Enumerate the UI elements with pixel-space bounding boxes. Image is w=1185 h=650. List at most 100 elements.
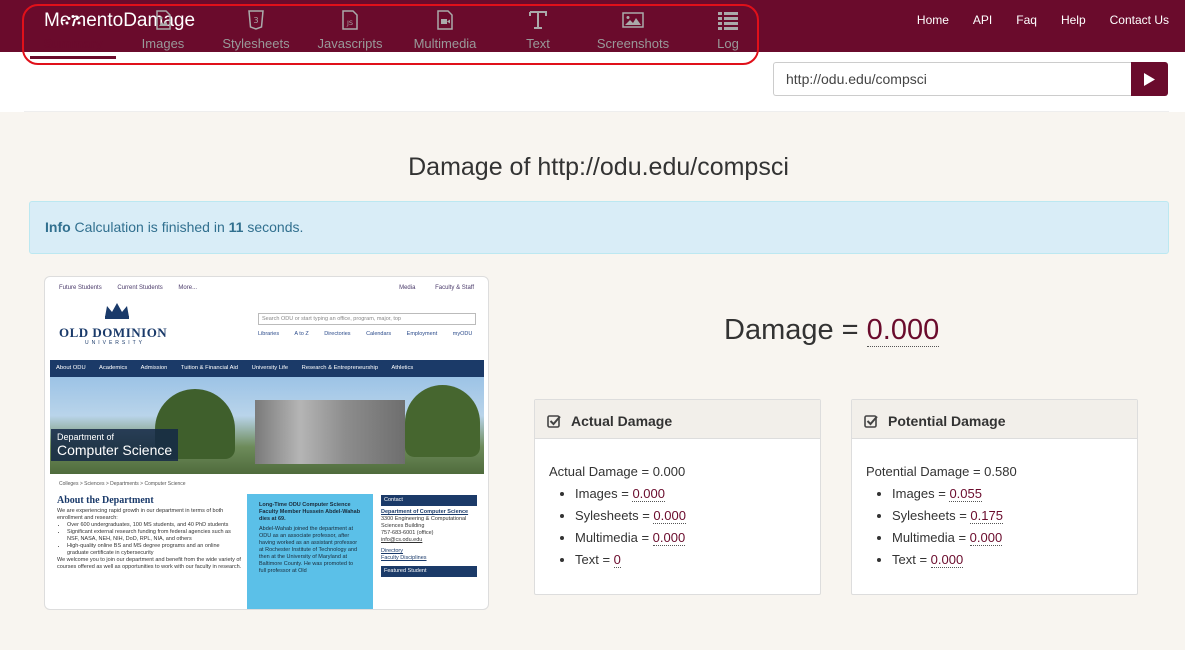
thumb-quick-link: myODU [452,331,473,337]
nav-contact-us[interactable]: Contact Us [1110,13,1169,27]
video-file-icon [437,10,453,30]
actual-damage-summary: Actual Damage = 0.000 [549,464,686,479]
potential-text-value[interactable]: 0.000 [930,552,964,568]
list-item: Images = 0.000 [575,483,806,505]
thumb-news-title: Long-Time ODU Computer Science Faculty M… [259,502,361,522]
thumb-quick-link: Libraries [258,331,280,337]
damage-value[interactable]: 0.000 [866,314,940,347]
nav-help[interactable]: Help [1061,13,1086,27]
potential-damage-list: Images = 0.055 Sylesheets = 0.175 Multim… [892,483,1123,571]
css3-icon: 3 [248,10,264,30]
actual-damage-body: Actual Damage = 0.000 Images = 0.000 Syl… [535,439,820,593]
js-file-icon: JS [342,10,358,30]
thumb-building [255,400,405,464]
thumb-contact-link: Directory [381,548,404,554]
item-label: Sylesheets = [575,508,654,523]
thumb-menu-item: About ODU [56,365,86,371]
alert-text-after: seconds. [243,219,304,235]
thumb-quick-link: A to Z [294,331,309,337]
tab-summary-label: Summary [43,36,103,51]
screenshot-thumbnail[interactable]: Future Students Current Students More...… [44,276,489,610]
text-icon [529,11,547,29]
picture-icon [622,12,644,28]
tab-text-label: Text [526,36,550,51]
potential-damage-title: Potential Damage [888,413,1006,429]
thumb-quick-link: Employment [406,331,438,337]
check-square-icon [864,415,878,428]
item-label: Images = [892,486,950,501]
nav-api[interactable]: API [973,13,992,27]
thumb-about-footer: We welcome you to join our department an… [57,557,242,570]
alert-seconds: 11 [228,219,244,235]
tab-summary[interactable]: Summary [28,10,118,59]
actual-damage-title: Actual Damage [571,413,673,429]
list-item: Multimedia = 0.000 [892,527,1123,549]
thumb-search-box: Search ODU or start typing an office, pr… [258,313,476,325]
potential-damage-header: Potential Damage [852,400,1137,439]
list-item: Sylesheets = 0.175 [892,505,1123,527]
tab-multimedia[interactable]: Multimedia [400,10,490,51]
thumb-top-link: Media [399,285,416,291]
thumb-dept-line2: Computer Science [57,442,173,458]
thumb-menu-item: Athletics [391,365,414,371]
tab-javascripts-label: Javascripts [317,36,383,51]
thumb-about-section: About the Department We are experiencing… [57,495,242,571]
thumb-quick-link: Directories [324,331,351,337]
tab-images-label: Images [141,36,185,51]
tab-javascripts[interactable]: JS Javascripts [305,10,395,51]
thumb-menu-item: Admission [140,365,168,371]
thumb-about-list: Over 600 undergraduates, 100 MS students… [67,522,242,557]
list-icon [718,12,738,30]
thumb-about-bullet: Over 600 undergraduates, 100 MS students… [67,522,242,529]
potential-damage-panel: Potential Damage Potential Damage = 0.58… [851,399,1138,595]
thumb-tree [405,385,480,457]
crown-logo-icon [105,303,129,319]
actual-images-value[interactable]: 0.000 [632,486,665,502]
potential-damage-summary: Potential Damage = 0.580 [866,464,1017,479]
tab-screenshots-label: Screenshots [596,36,670,51]
tab-bar-divider [24,111,1169,112]
thumb-department-banner: Department of Computer Science [51,429,179,461]
list-item: Text = 0 [575,549,806,571]
thumb-contact-box: Contact Department of Computer Science 3… [381,495,477,580]
nav-faq[interactable]: Faq [1016,13,1037,27]
actual-text-value[interactable]: 0 [613,552,621,568]
nav-home[interactable]: Home [917,13,949,27]
thumb-menu-item: Academics [98,365,128,371]
tab-log[interactable]: Log [683,10,773,51]
thumb-top-link: More... [178,285,198,291]
thumb-about-title: About the Department [57,495,154,506]
potential-images-value[interactable]: 0.055 [949,486,982,502]
thumb-menu-item: Tuition & Financial Aid [180,365,239,371]
thumb-contact-phone: 757-683-6001 (office) [381,530,434,536]
thumb-about-bullet: High-quality online BS and MS degree pro… [67,543,242,557]
actual-damage-panel: Actual Damage Actual Damage = 0.000 Imag… [534,399,821,595]
tab-screenshots[interactable]: Screenshots [588,10,678,51]
image-file-icon [156,10,171,30]
thumb-top-link: Faculty & Staff [435,285,474,291]
actual-stylesheets-value[interactable]: 0.000 [653,508,686,524]
thumb-featured-heading: Featured Student [381,566,477,577]
nav-links: Home API Faq Help Contact Us [909,0,1185,40]
thumb-logo-subtext: UNIVERSITY [85,340,146,346]
actual-multimedia-value[interactable]: 0.000 [652,530,686,546]
url-input[interactable] [773,62,1132,96]
thumb-top-right-links: Media Faculty & Staff [381,285,474,291]
potential-multimedia-value[interactable]: 0.000 [969,530,1003,546]
tab-stylesheets[interactable]: 3 Stylesheets [211,10,301,51]
tab-text[interactable]: Text [493,10,583,51]
page-title: Damage of http://odu.edu/compsci [408,153,789,181]
tab-multimedia-label: Multimedia [413,36,477,51]
item-label: Text = [575,552,614,567]
tab-stylesheets-label: Stylesheets [222,36,290,51]
potential-stylesheets-value[interactable]: 0.175 [970,508,1003,524]
thumb-top-links: Future Students Current Students More... [59,285,211,291]
svg-text:3: 3 [253,16,258,25]
go-button[interactable] [1131,62,1168,96]
item-label: Text = [892,552,931,567]
actual-damage-list: Images = 0.000 Sylesheets = 0.000 Multim… [575,483,806,571]
thumb-top-link: Current Students [117,285,163,291]
tab-images[interactable]: Images [118,10,208,51]
item-label: Multimedia = [892,530,970,545]
thumb-top-link: Future Students [59,285,102,291]
